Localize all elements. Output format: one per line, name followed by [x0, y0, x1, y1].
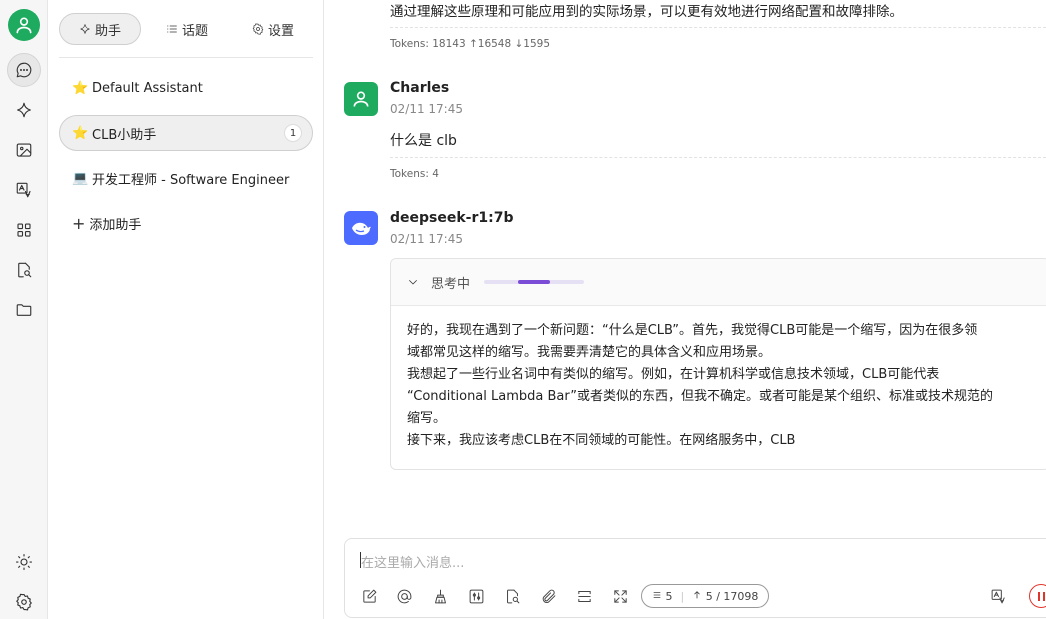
user-message-text: 什么是 clb	[390, 133, 457, 149]
assistant-panel: 助手 话题 设置 ⭐ Default Assistant ⭐ CLB小助手 1 …	[49, 0, 324, 619]
assistant-label: CLB小助手	[92, 127, 157, 143]
thinking-progress-fill	[518, 280, 551, 284]
thinking-line: 接下来，我应该考虑CLB在不同领域的可能性。在网络服务中，CLB	[407, 433, 796, 448]
stop-generation-button[interactable]	[1029, 584, 1046, 608]
token-usage: Tokens: 4	[390, 168, 439, 180]
expand-icon[interactable]	[609, 585, 631, 607]
mention-icon[interactable]	[393, 585, 415, 607]
assistant-item-software-engineer[interactable]: 💻 开发工程师 - Software Engineer	[59, 160, 313, 196]
context-count-value: 5	[665, 589, 673, 603]
topic-count-badge: 1	[284, 124, 302, 142]
new-topic-icon[interactable]	[358, 585, 380, 607]
pause-icon	[1037, 591, 1040, 601]
divider	[59, 57, 313, 58]
assistant-list: ⭐ Default Assistant ⭐ CLB小助手 1 💻 开发工程师 -…	[59, 70, 313, 250]
settings-icon[interactable]	[7, 585, 41, 619]
thinking-progress-bar	[484, 280, 585, 284]
thinking-line: 我想起了一些行业名词中有类似的缩写。例如，在计算机科学或信息技术领域，CLB可能…	[407, 367, 940, 382]
tab-label: 设置	[267, 23, 294, 39]
gear-icon	[252, 23, 264, 35]
deepseek-avatar-icon	[344, 211, 378, 245]
star-icon: ⭐	[72, 80, 89, 96]
divider	[390, 27, 1046, 28]
chevron-down-icon	[409, 280, 417, 285]
divider-insert-icon[interactable]	[573, 585, 595, 607]
sliders-icon[interactable]	[465, 585, 487, 607]
assistant-label: 开发工程师 - Software Engineer	[92, 172, 290, 188]
paperclip-icon[interactable]	[537, 585, 559, 607]
tab-assistants[interactable]: 助手	[59, 13, 141, 45]
message-input-placeholder[interactable]: 在这里输入消息...	[361, 552, 464, 571]
sparkle-icon	[80, 24, 90, 34]
apps-icon[interactable]	[7, 213, 41, 247]
message-time: 02/11 17:45	[390, 232, 463, 246]
thinking-line: 好的，我现在遇到了一个新问题：“什么是CLB”。首先，我觉得CLB可能是一个缩写…	[407, 323, 978, 338]
chat-area: 通过理解这些原理和可能应用到的实际场景，可以更有效地进行网络配置和故障排除。 T…	[325, 0, 1046, 619]
translate-icon[interactable]	[987, 585, 1009, 607]
assistant-item-default[interactable]: ⭐ Default Assistant	[59, 70, 313, 106]
list-icon	[653, 591, 661, 598]
folder-icon[interactable]	[7, 293, 41, 327]
user-avatar	[344, 82, 378, 116]
plus-icon: +	[72, 213, 86, 233]
thinking-block: 思考中 好的，我现在遇到了一个新问题：“什么是CLB”。首先，我觉得CLB可能是…	[390, 258, 1046, 470]
token-count-value: 5 / 17098	[705, 589, 759, 603]
chat-icon[interactable]	[7, 53, 41, 87]
thinking-label: 思考中	[431, 276, 471, 292]
thinking-line: 域都常见这样的缩写。我需要弄清楚它的具体含义和应用场景。	[407, 345, 772, 360]
separator: |	[680, 589, 685, 603]
tab-topics[interactable]: 话题	[141, 13, 233, 45]
add-assistant-label: 添加助手	[89, 217, 142, 233]
star-icon: ⭐	[72, 125, 89, 141]
laptop-icon: 💻	[72, 170, 89, 186]
list-icon	[167, 25, 177, 33]
arrow-up-icon	[694, 590, 701, 598]
assistant-item-clb[interactable]: ⭐ CLB小助手 1	[59, 115, 313, 151]
tab-settings[interactable]: 设置	[233, 13, 313, 45]
add-assistant-button[interactable]: + 添加助手	[59, 205, 313, 241]
divider	[390, 157, 1046, 158]
token-usage: Tokens: 18143 ↑16548 ↓1595	[390, 38, 551, 50]
bot-name: deepseek-r1:7b	[390, 210, 514, 226]
tab-label: 助手	[94, 23, 121, 39]
thinking-line: 缩写。	[407, 411, 447, 426]
image-icon[interactable]	[7, 133, 41, 167]
thinking-header[interactable]: 思考中	[391, 259, 1046, 306]
context-count: 5	[652, 590, 673, 603]
user-avatar[interactable]	[8, 9, 40, 41]
search-doc-icon[interactable]	[501, 585, 523, 607]
previous-message-text: 通过理解这些原理和可能应用到的实际场景，可以更有效地进行网络配置和故障排除。	[390, 4, 903, 20]
thinking-text: 好的，我现在遇到了一个新问题：“什么是CLB”。首先，我觉得CLB可能是一个缩写…	[391, 306, 1046, 452]
thinking-line: “Conditional Lambda Bar”或者类似的东西，但我不确定。或者…	[407, 389, 994, 404]
panel-tabs: 助手 话题 设置	[59, 13, 313, 45]
token-count: 5 / 17098	[692, 590, 758, 603]
broom-icon[interactable]	[429, 585, 451, 607]
pause-icon	[1042, 591, 1045, 601]
token-counter[interactable]: 5 | 5 / 17098	[641, 584, 770, 608]
user-name: Charles	[390, 80, 450, 96]
theme-icon[interactable]	[7, 545, 41, 579]
assistant-label: Default Assistant	[92, 80, 203, 96]
sparkle-icon[interactable]	[7, 93, 41, 127]
message-time: 02/11 17:45	[390, 102, 463, 116]
message-input-box[interactable]: 在这里输入消息... 5 | 5 / 17098	[344, 538, 1046, 618]
search-doc-icon[interactable]	[7, 253, 41, 287]
tab-label: 话题	[181, 23, 208, 39]
translate-icon[interactable]	[7, 173, 41, 207]
icon-rail	[0, 0, 48, 619]
